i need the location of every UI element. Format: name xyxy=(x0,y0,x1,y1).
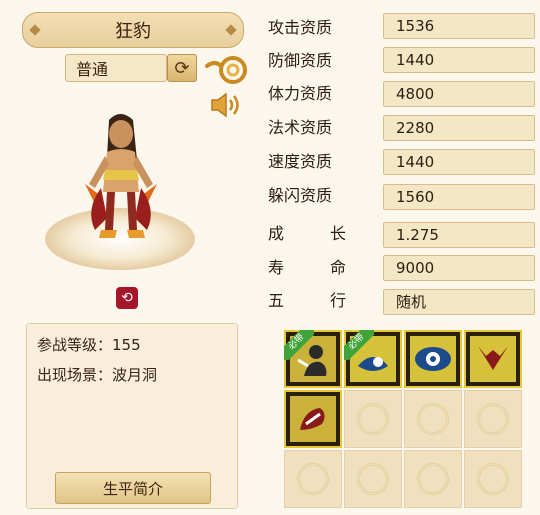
stat-label-element-char2: 行 xyxy=(329,291,346,310)
stat-value-attack: 1536 xyxy=(383,13,535,39)
stat-value-magic: 2280 xyxy=(383,115,535,141)
stat-label-growth-char2: 长 xyxy=(329,224,346,243)
scene-label: 出现场景： xyxy=(37,366,113,384)
stat-value-dodge: 1560 xyxy=(383,184,535,210)
variant-label: 普通 xyxy=(76,60,109,79)
rotate-button[interactable]: ⟲ xyxy=(116,287,138,309)
refresh-icon: ⟳ xyxy=(174,57,190,79)
level-value: 155 xyxy=(112,336,141,354)
stat-label-lifespan: 寿 命 xyxy=(268,255,346,281)
stat-value-growth: 1.275 xyxy=(383,222,535,248)
stat-label-growth: 成 长 xyxy=(268,221,346,247)
skill-icon-5[interactable] xyxy=(284,390,342,448)
scene-value: 波月洞 xyxy=(112,366,158,384)
stat-label-element-char1: 五 xyxy=(268,291,285,310)
stat-label-hp: 体力资质 xyxy=(268,84,333,103)
bio-button[interactable]: 生平简介 xyxy=(55,472,211,504)
pet-name-banner: 狂豹 xyxy=(22,12,244,48)
stat-value-speed: 1440 xyxy=(383,149,535,175)
stat-value-element: 随机 xyxy=(383,289,535,315)
level-row: 参战等级：155 xyxy=(37,334,141,355)
stat-label-dodge: 躲闪资质 xyxy=(268,186,333,205)
bio-button-label: 生平简介 xyxy=(102,479,163,498)
stat-label-element: 五 行 xyxy=(268,288,346,314)
stat-label-defense: 防御资质 xyxy=(268,51,333,70)
scene-row: 出现场景：波月洞 xyxy=(37,364,157,385)
rotate-icon: ⟲ xyxy=(121,290,133,306)
pet-figure xyxy=(85,114,157,238)
pet-name: 狂豹 xyxy=(115,21,151,42)
stat-label-lifespan-char2: 命 xyxy=(329,258,346,277)
empty-skill-slot xyxy=(344,390,402,448)
skill-icon-1[interactable]: 必带 xyxy=(284,330,342,388)
skill-icon-3[interactable] xyxy=(404,330,462,388)
stat-label-speed: 速度资质 xyxy=(268,152,333,171)
required-badge: 必带 xyxy=(284,330,314,360)
variant-select[interactable]: 普通 xyxy=(65,54,167,82)
stat-value-lifespan: 9000 xyxy=(383,255,535,281)
stat-label-growth-char1: 成 xyxy=(268,224,285,243)
empty-skill-slot xyxy=(404,390,462,448)
pet-model-viewer[interactable] xyxy=(45,100,195,270)
required-badge: 必带 xyxy=(344,330,374,360)
empty-skill-slot xyxy=(404,450,462,508)
stat-label-attack: 攻击资质 xyxy=(268,18,333,37)
empty-skill-slot xyxy=(464,390,522,448)
refresh-button[interactable]: ⟳ xyxy=(167,54,197,82)
empty-skill-slot xyxy=(464,450,522,508)
stat-label-lifespan-char1: 寿 xyxy=(268,258,285,277)
skill-icon-4[interactable] xyxy=(464,330,522,388)
empty-skill-slot xyxy=(284,450,342,508)
stat-label-magic: 法术资质 xyxy=(268,118,333,137)
stat-value-hp: 4800 xyxy=(383,81,535,107)
sound-icon[interactable] xyxy=(208,90,244,120)
empty-skill-slot xyxy=(344,450,402,508)
info-panel: 参战等级：155 出现场景：波月洞 生平简介 xyxy=(26,323,238,509)
skill-icon-2[interactable]: 必带 xyxy=(344,330,402,388)
level-label: 参战等级： xyxy=(37,336,113,354)
stat-value-defense: 1440 xyxy=(383,47,535,73)
skill-grid: 必带 必带 xyxy=(284,330,522,508)
ring-icon[interactable] xyxy=(203,52,251,88)
